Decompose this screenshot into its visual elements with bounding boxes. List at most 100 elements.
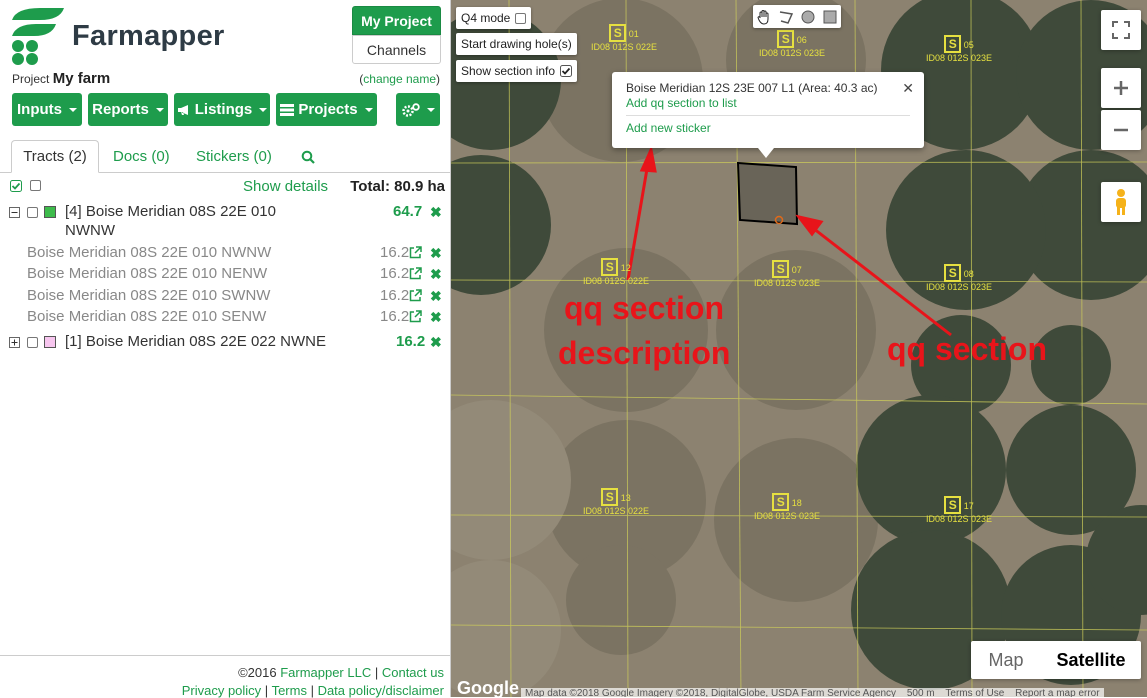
- add-qq-section-link[interactable]: Add qq section to list: [626, 96, 910, 110]
- satellite-map[interactable]: S 01 ID08 012S 022E S 06 ID08 012S 023E S …: [451, 0, 1147, 697]
- fullscreen-button[interactable]: [1101, 10, 1141, 50]
- my-project-button[interactable]: My Project: [352, 6, 441, 35]
- checked-checkbox-icon[interactable]: [560, 65, 573, 77]
- section-icon: S: [944, 35, 962, 53]
- collapse-icon[interactable]: [9, 207, 20, 218]
- external-link-icon[interactable]: [409, 289, 422, 302]
- tract-color-swatch: [44, 206, 56, 218]
- section-marker[interactable]: S 07 ID08 012S 023E: [754, 260, 820, 288]
- tract-label[interactable]: [4] Boise Meridian 08S 22E 010: [65, 203, 276, 220]
- zoom-in-button[interactable]: [1101, 68, 1141, 108]
- subtract-label[interactable]: Boise Meridian 08S 22E 010 SENW: [27, 308, 266, 325]
- listings-button[interactable]: Listings: [174, 93, 270, 126]
- tract-label-cont[interactable]: NWNW: [65, 222, 115, 239]
- add-sticker-link[interactable]: Add new sticker: [626, 121, 910, 135]
- section-code: ID08 012S 023E: [926, 282, 993, 292]
- expand-icon[interactable]: [9, 337, 20, 348]
- delete-icon[interactable]: ✖: [430, 309, 442, 326]
- projects-label: Projects: [298, 101, 358, 118]
- report-error-link[interactable]: Report a map error: [1015, 688, 1099, 697]
- tract-label[interactable]: [1] Boise Meridian 08S 22E 022 NWNE: [65, 333, 326, 350]
- q4-mode-label: Q4 mode: [461, 11, 511, 25]
- map-type-map[interactable]: Map: [971, 641, 1041, 679]
- start-hole-label: Start drawing hole(s): [461, 37, 572, 51]
- scale-text: 500 m: [906, 688, 935, 697]
- section-marker[interactable]: S 17 ID08 012S 023E: [926, 496, 992, 524]
- tab-tracts[interactable]: Tracts (2): [11, 140, 99, 173]
- megaphone-icon: [177, 104, 188, 115]
- q4-mode-toggle[interactable]: Q4 mode: [456, 7, 532, 29]
- annotation-qq-section: qq section: [887, 331, 1048, 367]
- minus-icon: [1114, 128, 1128, 132]
- street-view-button[interactable]: [1101, 182, 1141, 222]
- inputs-button[interactable]: Inputs: [12, 93, 82, 126]
- map-type-satellite[interactable]: Satellite: [1041, 641, 1141, 679]
- section-marker[interactable]: S 13 ID08 012S 022E: [583, 488, 649, 516]
- change-name-text[interactable]: change name: [363, 72, 436, 86]
- subtract-row[interactable]: Boise Meridian 08S 22E 010 SENW 16.2 ✖: [0, 308, 451, 328]
- subtract-label[interactable]: Boise Meridian 08S 22E 010 SWNW: [27, 287, 270, 304]
- delete-icon[interactable]: ✖: [430, 266, 442, 283]
- section-marker[interactable]: S 18 ID08 012S 023E: [754, 493, 820, 521]
- q4-mode-checkbox[interactable]: [515, 12, 527, 24]
- reports-button[interactable]: Reports: [88, 93, 168, 126]
- rectangle-tool-icon[interactable]: [822, 9, 838, 25]
- subtract-row[interactable]: Boise Meridian 08S 22E 010 SWNW 16.2 ✖: [0, 287, 451, 307]
- drawing-toolbar: [753, 5, 841, 28]
- projects-button[interactable]: Projects: [276, 93, 377, 126]
- section-code: ID08 012S 023E: [926, 514, 993, 524]
- tract-checkbox[interactable]: [27, 207, 38, 218]
- copyright: ©2016: [238, 665, 277, 680]
- footer-divider: [0, 655, 451, 656]
- circle-tool-icon[interactable]: [800, 9, 816, 25]
- uncheck-all-icon[interactable]: [30, 180, 41, 191]
- check-all-icon[interactable]: [10, 180, 22, 192]
- caret-down-icon: [259, 107, 268, 112]
- section-marker[interactable]: S 01 ID08 012S 022E: [591, 24, 657, 52]
- channels-button[interactable]: Channels: [352, 35, 441, 64]
- polyline-icon[interactable]: [778, 9, 794, 25]
- section-marker[interactable]: S 08 ID08 012S 023E: [926, 264, 992, 292]
- delete-icon[interactable]: ✖: [430, 334, 442, 351]
- subtract-row[interactable]: Boise Meridian 08S 22E 010 NWNW 16.2 ✖: [0, 244, 451, 264]
- gears-icon: [401, 102, 420, 117]
- section-number: 07: [791, 265, 802, 275]
- subtract-row[interactable]: Boise Meridian 08S 22E 010 NENW 16.2 ✖: [0, 265, 451, 285]
- subtract-label[interactable]: Boise Meridian 08S 22E 010 NENW: [27, 265, 267, 282]
- delete-icon[interactable]: ✖: [430, 204, 442, 221]
- company-link[interactable]: Farmapper LLC: [280, 665, 371, 680]
- section-marker[interactable]: S 05 ID08 012S 023E: [926, 35, 992, 63]
- popup-divider: [626, 115, 910, 116]
- section-marker[interactable]: S 06 ID08 012S 023E: [759, 30, 825, 58]
- tract-checkbox[interactable]: [27, 337, 38, 348]
- close-icon[interactable]: ✕: [902, 80, 914, 97]
- contact-link[interactable]: Contact us: [382, 665, 444, 680]
- change-name-link[interactable]: (change name): [359, 72, 440, 86]
- section-marker[interactable]: S 12 ID08 012S 022E: [583, 258, 649, 286]
- terms-link[interactable]: Terms: [272, 683, 307, 698]
- tract-row[interactable]: [4] Boise Meridian 08S 22E 010 NWNW 64.7…: [0, 203, 451, 243]
- delete-icon[interactable]: ✖: [430, 288, 442, 305]
- tab-search[interactable]: [301, 140, 315, 173]
- tab-docs[interactable]: Docs (0): [113, 140, 170, 173]
- delete-icon[interactable]: ✖: [430, 245, 442, 262]
- terms-of-use-link[interactable]: Terms of Use: [945, 688, 1004, 697]
- annotation-desc-line-2: description: [558, 335, 731, 371]
- subtract-label[interactable]: Boise Meridian 08S 22E 010 NWNW: [27, 244, 271, 261]
- external-link-icon[interactable]: [409, 267, 422, 280]
- section-code: ID08 012S 022E: [583, 506, 650, 516]
- zoom-out-button[interactable]: [1101, 110, 1141, 150]
- section-number: 17: [963, 501, 974, 511]
- external-link-icon[interactable]: [409, 310, 422, 323]
- start-hole-button[interactable]: Start drawing hole(s): [456, 33, 577, 55]
- privacy-link[interactable]: Privacy policy: [182, 683, 261, 698]
- google-logo: Google: [457, 678, 519, 697]
- tract-row[interactable]: [1] Boise Meridian 08S 22E 022 NWNE 16.2…: [0, 333, 451, 353]
- external-link-icon[interactable]: [409, 246, 422, 259]
- tab-stickers[interactable]: Stickers (0): [196, 140, 272, 173]
- show-details-link[interactable]: Show details: [243, 178, 328, 195]
- data-policy-link[interactable]: Data policy/disclaimer: [318, 683, 444, 698]
- show-section-toggle[interactable]: Show section info: [456, 60, 578, 82]
- settings-button[interactable]: [396, 93, 440, 126]
- hand-icon[interactable]: [756, 9, 772, 25]
